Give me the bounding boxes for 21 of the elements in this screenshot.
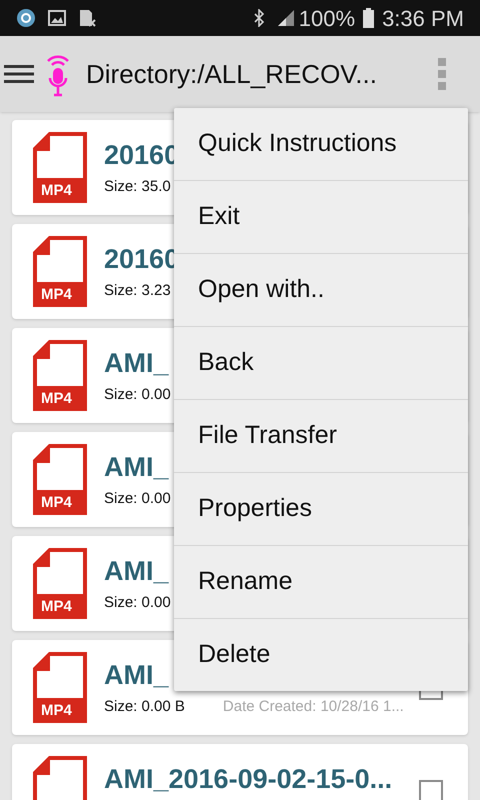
file-size: Size: 0.00 (104, 385, 171, 406)
file-type-label: MP4 (41, 702, 72, 719)
file-name: AMI_2016-09-02-15-0... (104, 762, 392, 796)
battery-percent: 100% (298, 4, 356, 32)
file-size: Size: 35.0 (104, 177, 171, 198)
file-size: Size: 0.00 (104, 593, 171, 614)
file-type-label: MP4 (41, 390, 72, 407)
directory-title: Directory:/ALL_RECOV... (86, 58, 377, 90)
file-name: AMI_ (104, 658, 169, 692)
file-size: Size: 3.23 (104, 281, 171, 302)
file-name: AMI_ (104, 346, 169, 380)
file-type-label: MP4 (41, 494, 72, 511)
file-type-label: MP4 (41, 182, 72, 199)
file-size: Size: 0.00 B (104, 697, 185, 718)
clock: 3:36 PM (382, 4, 464, 32)
file-type-label: MP4 (41, 286, 72, 303)
file-size: Size: 0.00 (104, 489, 171, 510)
file-type-label: MP4 (41, 598, 72, 615)
file-name: AMI_ (104, 450, 169, 484)
date-created: Date Created: 10/28/16 1... (222, 697, 404, 718)
file-name: AMI_ (104, 554, 169, 588)
